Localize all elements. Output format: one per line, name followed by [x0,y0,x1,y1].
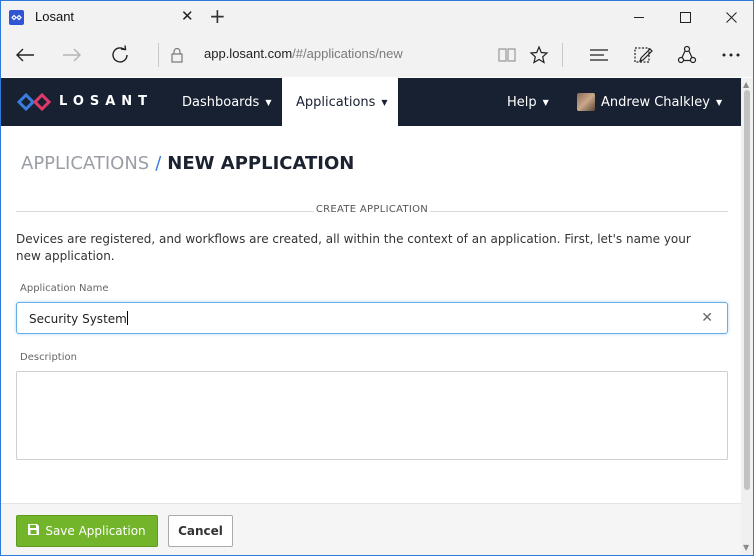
section-header: CREATE APPLICATION [16,204,728,218]
tab-title: Losant [35,9,75,24]
form-footer: Save Application Cancel [1,503,741,555]
divider [562,43,563,67]
more-icon[interactable] [715,41,747,69]
scroll-thumb[interactable] [744,90,750,490]
nav-help-label: Help [507,94,537,110]
breadcrumb: APPLICATIONS / NEW APPLICATION [21,153,354,174]
cancel-button[interactable]: Cancel [168,515,233,547]
application-name-input[interactable]: Security System ✕ [16,302,728,334]
description-textarea[interactable] [16,371,728,460]
caret-down-icon: ▼ [265,97,272,107]
close-window-icon[interactable] [708,1,753,33]
refresh-icon[interactable] [104,41,136,69]
scroll-up-arrow-icon[interactable]: ▲ [743,80,749,89]
losant-logo-icon[interactable] [16,92,52,116]
nav-applications[interactable]: Applications ▼ [282,78,398,126]
user-name: Andrew Chalkley [601,94,710,110]
tab-strip: Losant ✕ + [1,1,753,33]
favorite-star-icon[interactable] [523,41,555,69]
scroll-down-arrow-icon[interactable]: ▼ [743,543,749,552]
close-tab-icon[interactable]: ✕ [181,8,195,24]
floppy-disk-icon [28,524,40,538]
web-note-icon[interactable] [627,41,659,69]
url-host: app.losant.com [204,46,293,61]
minimize-icon[interactable] [616,1,662,33]
application-name-label: Application Name [20,283,109,294]
lock-icon[interactable] [161,41,193,69]
nav-help[interactable]: Help ▼ [507,78,549,126]
nav-dashboards[interactable]: Dashboards ▼ [169,78,284,126]
url-field[interactable]: app.losant.com/#/applications/new [204,46,403,61]
save-application-button[interactable]: Save Application [16,515,158,547]
cancel-label: Cancel [178,524,223,538]
divider [158,43,159,67]
save-application-label: Save Application [45,524,146,538]
intro-text: Devices are registered, and workflows ar… [16,232,691,263]
breadcrumb-separator: / [155,153,162,174]
page-title: NEW APPLICATION [167,153,355,174]
scrollbar[interactable]: ▲ ▼ [741,78,753,555]
app-navbar: LOSANT Dashboards ▼ Applications ▼ Help ▼ A… [1,78,741,126]
caret-down-icon: ▼ [542,97,549,107]
nav-dashboards-label: Dashboards [182,94,260,110]
new-tab-icon[interactable]: + [209,6,229,28]
share-icon[interactable] [671,41,703,69]
section-title: CREATE APPLICATION [315,204,429,215]
breadcrumb-applications-link[interactable]: APPLICATIONS [21,153,149,174]
logo-text: LOSANT [59,94,154,109]
description-label: Description [20,352,77,363]
application-name-value: Security System [29,311,128,326]
avatar [577,93,595,111]
user-menu[interactable]: Andrew Chalkley ▼ [577,78,722,126]
browser-tab[interactable]: Losant ✕ [1,1,201,33]
hub-icon[interactable] [583,41,615,69]
url-path: /#/applications/new [292,46,403,61]
caret-down-icon: ▼ [381,97,388,107]
reading-view-icon[interactable] [491,41,523,69]
close-icon[interactable]: ✕ [701,310,713,326]
back-arrow-icon[interactable] [9,41,41,69]
forward-arrow-icon[interactable] [56,41,88,69]
address-bar: app.losant.com/#/applications/new [1,33,753,77]
nav-applications-label: Applications [296,94,376,110]
losant-logo-icon [9,10,24,25]
browser-window: Losant ✕ + app.losant.com/#/applications… [0,0,754,556]
text-cursor [126,311,128,325]
caret-down-icon: ▼ [715,97,723,107]
maximize-icon[interactable] [662,1,708,33]
